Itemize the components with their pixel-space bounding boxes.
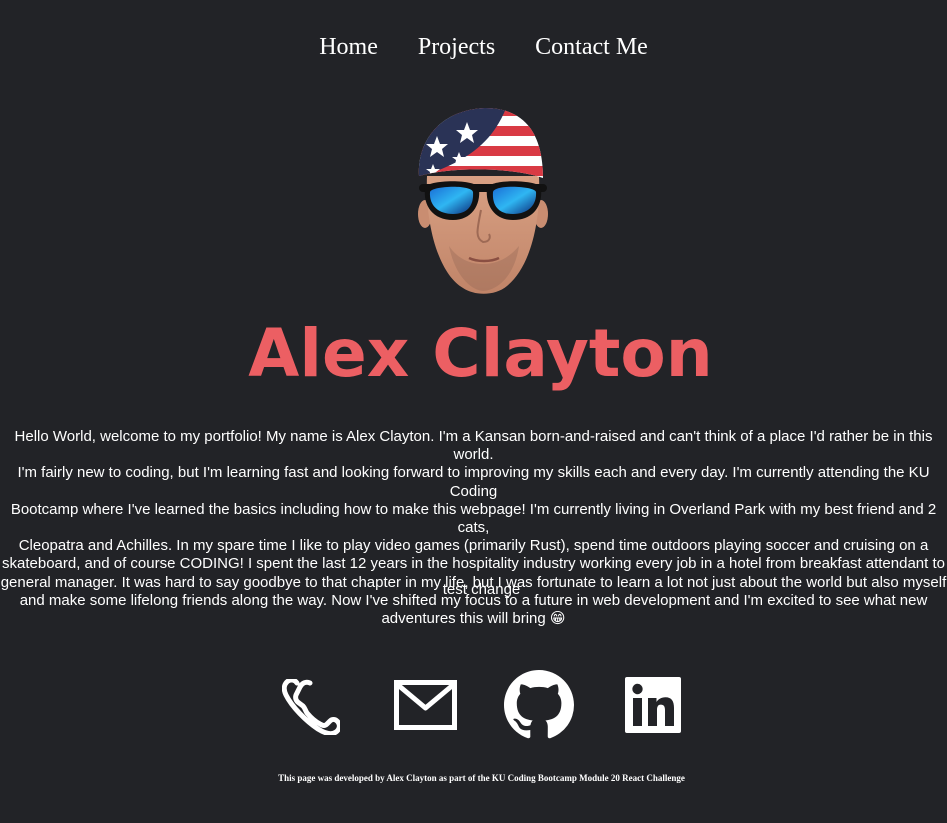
email-link[interactable] <box>394 680 457 730</box>
nav-home-link[interactable]: Home <box>319 34 378 61</box>
phone-icon <box>282 679 340 735</box>
bio-paragraph: Hello World, welcome to my portfolio! My… <box>0 428 947 628</box>
linkedin-icon <box>625 677 681 733</box>
contact-icons <box>0 669 947 741</box>
nav-contact-link[interactable]: Contact Me <box>535 34 648 61</box>
test-note: test change <box>442 581 521 598</box>
github-icon <box>504 670 574 739</box>
email-icon <box>394 680 457 730</box>
main-nav: Home Projects Contact Me <box>0 34 947 61</box>
phone-link[interactable] <box>282 679 340 735</box>
profile-photo <box>418 108 548 294</box>
github-link[interactable] <box>503 670 575 740</box>
footer-credit: This page was developed by Alex Clayton … <box>278 773 685 783</box>
hero-name: Alex Clayton <box>248 315 713 392</box>
nav-projects-link[interactable]: Projects <box>418 34 495 61</box>
linkedin-link[interactable] <box>625 677 681 733</box>
